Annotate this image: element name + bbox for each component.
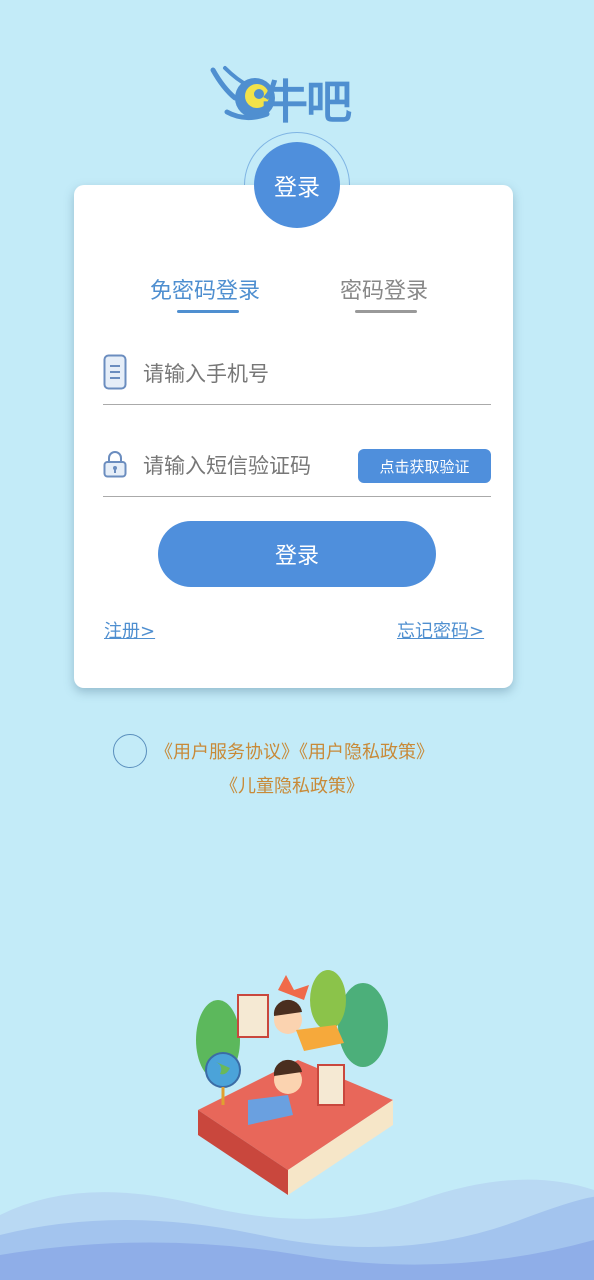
login-badge: 登录	[254, 142, 340, 228]
tab-password-login[interactable]: 密码登录	[340, 273, 428, 305]
lock-icon	[103, 451, 127, 478]
login-card	[74, 185, 513, 688]
agreement-checkbox[interactable]	[113, 734, 147, 768]
register-link[interactable]: 注册>	[104, 617, 155, 643]
agreement-links-line1[interactable]: 《用户服务协议》《用户隐私政策》	[155, 738, 434, 764]
tab-passwordless-login[interactable]: 免密码登录	[150, 273, 260, 305]
tab-inactive-underline	[355, 310, 417, 313]
code-field-underline	[103, 496, 491, 497]
login-button[interactable]: 登录	[158, 521, 436, 587]
phone-input[interactable]	[143, 359, 463, 389]
sms-code-input[interactable]	[143, 451, 348, 481]
phone-field-underline	[103, 404, 491, 405]
bottom-waves	[0, 1179, 594, 1280]
phone-icon	[103, 354, 127, 390]
tab-active-underline	[177, 310, 239, 313]
get-code-button[interactable]: 点击获取验证	[358, 449, 491, 483]
child-privacy-link[interactable]: 《儿童隐私政策》	[220, 772, 364, 798]
app-logo-text: 牛吧	[262, 75, 352, 129]
forgot-password-link[interactable]: 忘记密码>	[397, 617, 484, 643]
